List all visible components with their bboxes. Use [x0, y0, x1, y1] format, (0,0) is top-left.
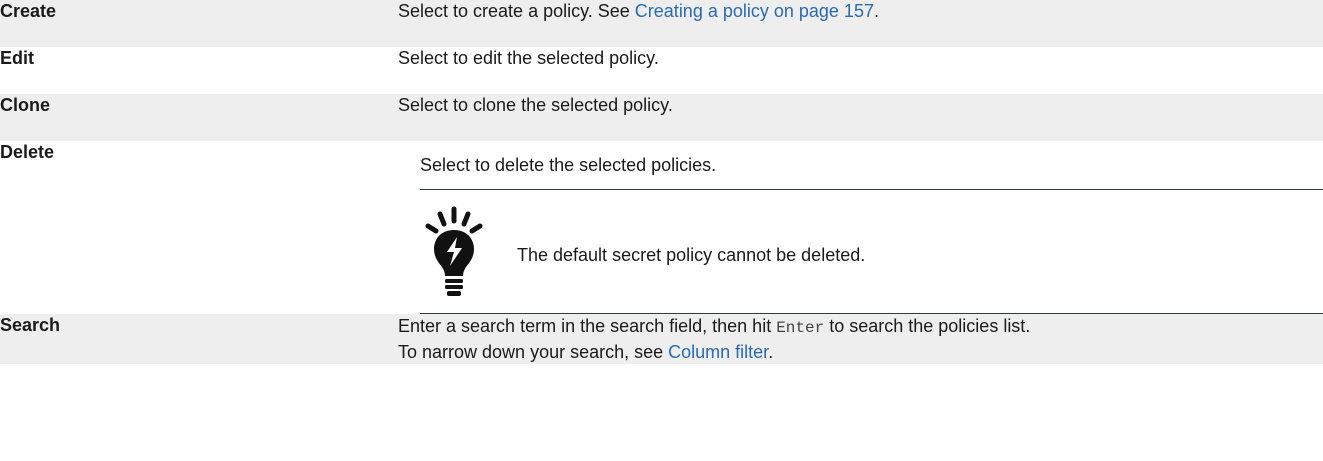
row-description: Select to delete the selected policies. — [398, 141, 1323, 314]
row-description: Select to clone the selected policy. — [398, 95, 673, 115]
description-text: . — [873, 1, 879, 21]
description-line: To narrow down your search, see Column f… — [398, 340, 1323, 364]
description-text: To narrow down your search, see — [398, 342, 669, 362]
row-term: Delete — [0, 142, 55, 162]
table-row-edit: Edit Select to edit the selected policy. — [0, 47, 1323, 94]
description-text: Enter a search term in the search field,… — [398, 316, 777, 336]
enter-key-code: Enter — [776, 319, 825, 337]
description-text: . — [768, 342, 774, 362]
note-container: The default secret policy cannot be dele… — [398, 189, 1323, 314]
description-text: to search the policies list. — [824, 316, 1031, 336]
table-row-search: Search Enter a search term in the search… — [0, 314, 1323, 364]
row-description: Select to edit the selected policy. — [398, 48, 659, 68]
description-text: Select to create a policy. See — [398, 1, 635, 21]
row-description: Select to create a policy. See Creating … — [398, 0, 1323, 47]
creating-policy-link[interactable]: Creating a policy on page 157 — [635, 1, 874, 21]
lightbulb-tip-icon — [425, 206, 483, 296]
row-description: Enter a search term in the search field,… — [398, 314, 1323, 364]
reference-table: Create Select to create a policy. See Cr… — [0, 0, 1323, 364]
row-term: Clone — [0, 95, 51, 115]
row-term: Edit — [0, 48, 34, 68]
note-text: The default secret policy cannot be dele… — [517, 244, 866, 265]
column-filter-link[interactable]: Column filter — [668, 342, 768, 362]
table-row-clone: Clone Select to clone the selected polic… — [0, 94, 1323, 141]
description-text: Select to delete the selected policies. — [420, 155, 717, 175]
table-row-delete: Delete Select to delete the selected pol… — [0, 141, 1323, 314]
row-term: Create — [0, 1, 57, 21]
description-line: Enter a search term in the search field,… — [398, 314, 1323, 340]
table-row-create: Create Select to create a policy. See Cr… — [0, 0, 1323, 47]
tip-note: The default secret policy cannot be dele… — [420, 189, 1323, 314]
row-term: Search — [0, 315, 61, 335]
